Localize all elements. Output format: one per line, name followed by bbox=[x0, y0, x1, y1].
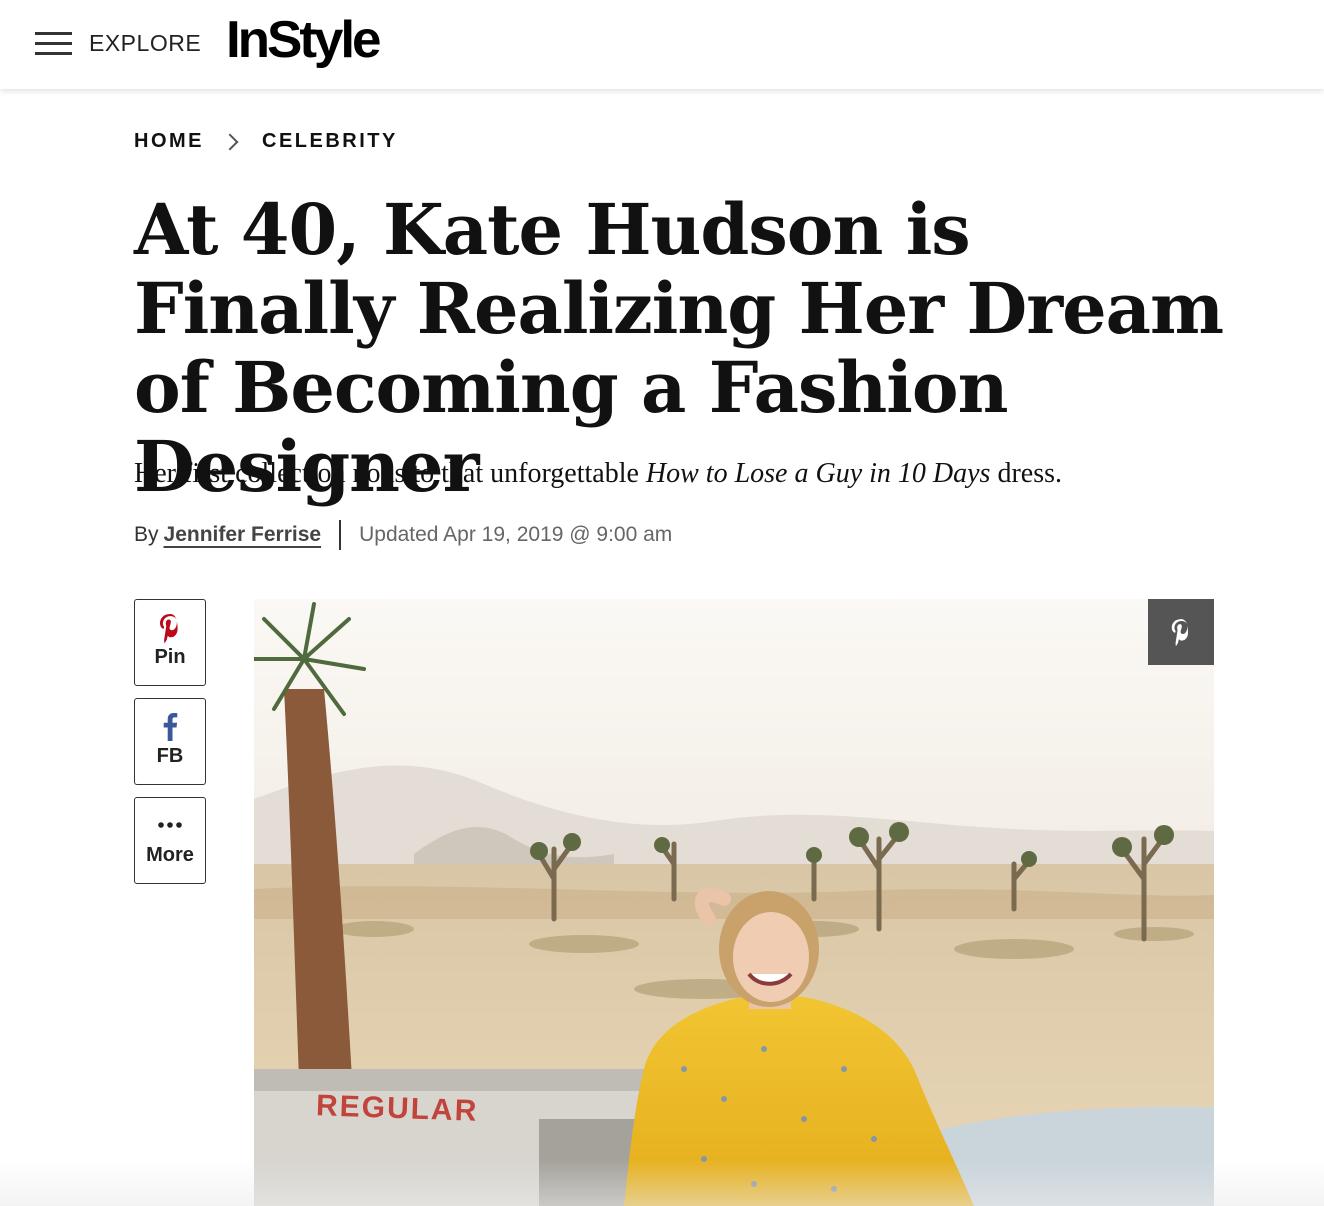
more-share-button[interactable]: More bbox=[134, 797, 206, 884]
ellipsis-icon bbox=[135, 810, 205, 844]
dek-movie-title: How to Lose a Guy in 10 Days bbox=[645, 458, 991, 489]
breadcrumb-home[interactable]: HOME bbox=[134, 130, 204, 153]
author-link[interactable]: Jennifer Ferrise bbox=[164, 523, 322, 547]
more-label: More bbox=[146, 844, 194, 866]
updated-timestamp: Updated Apr 19, 2019 @ 9:00 am bbox=[359, 523, 673, 546]
chevron-right-icon bbox=[221, 133, 239, 150]
byline-prefix: By bbox=[134, 523, 159, 546]
breadcrumb: HOME CELEBRITY bbox=[134, 130, 398, 153]
byline-divider bbox=[339, 520, 342, 550]
fb-label: FB bbox=[156, 745, 184, 767]
site-logo[interactable]: InStyle bbox=[226, 10, 382, 70]
facebook-icon bbox=[135, 711, 205, 745]
byline: By Jennifer Ferrise Updated Apr 19, 2019… bbox=[134, 520, 672, 550]
article-dek: Her first collection nods to that unforg… bbox=[134, 458, 1234, 490]
dek-text: Her first collection nods to that unforg… bbox=[134, 458, 646, 489]
pin-image-button[interactable] bbox=[1148, 599, 1214, 665]
gas-pump-label: REGULAR bbox=[315, 1089, 479, 1128]
pin-label: Pin bbox=[154, 646, 186, 668]
explore-menu-button[interactable]: EXPLORE bbox=[89, 30, 201, 57]
pinterest-icon bbox=[135, 612, 205, 646]
pinterest-icon bbox=[1171, 619, 1189, 646]
site-header: EXPLORE InStyle bbox=[0, 0, 1324, 89]
facebook-share-button[interactable]: FB bbox=[134, 698, 206, 785]
dek-text-end: dress. bbox=[990, 458, 1062, 489]
pin-share-button[interactable]: Pin bbox=[134, 599, 206, 686]
breadcrumb-celebrity[interactable]: CELEBRITY bbox=[262, 130, 398, 153]
hero-image: REGULAR bbox=[254, 599, 1214, 1206]
hamburger-menu-icon[interactable] bbox=[35, 32, 72, 56]
